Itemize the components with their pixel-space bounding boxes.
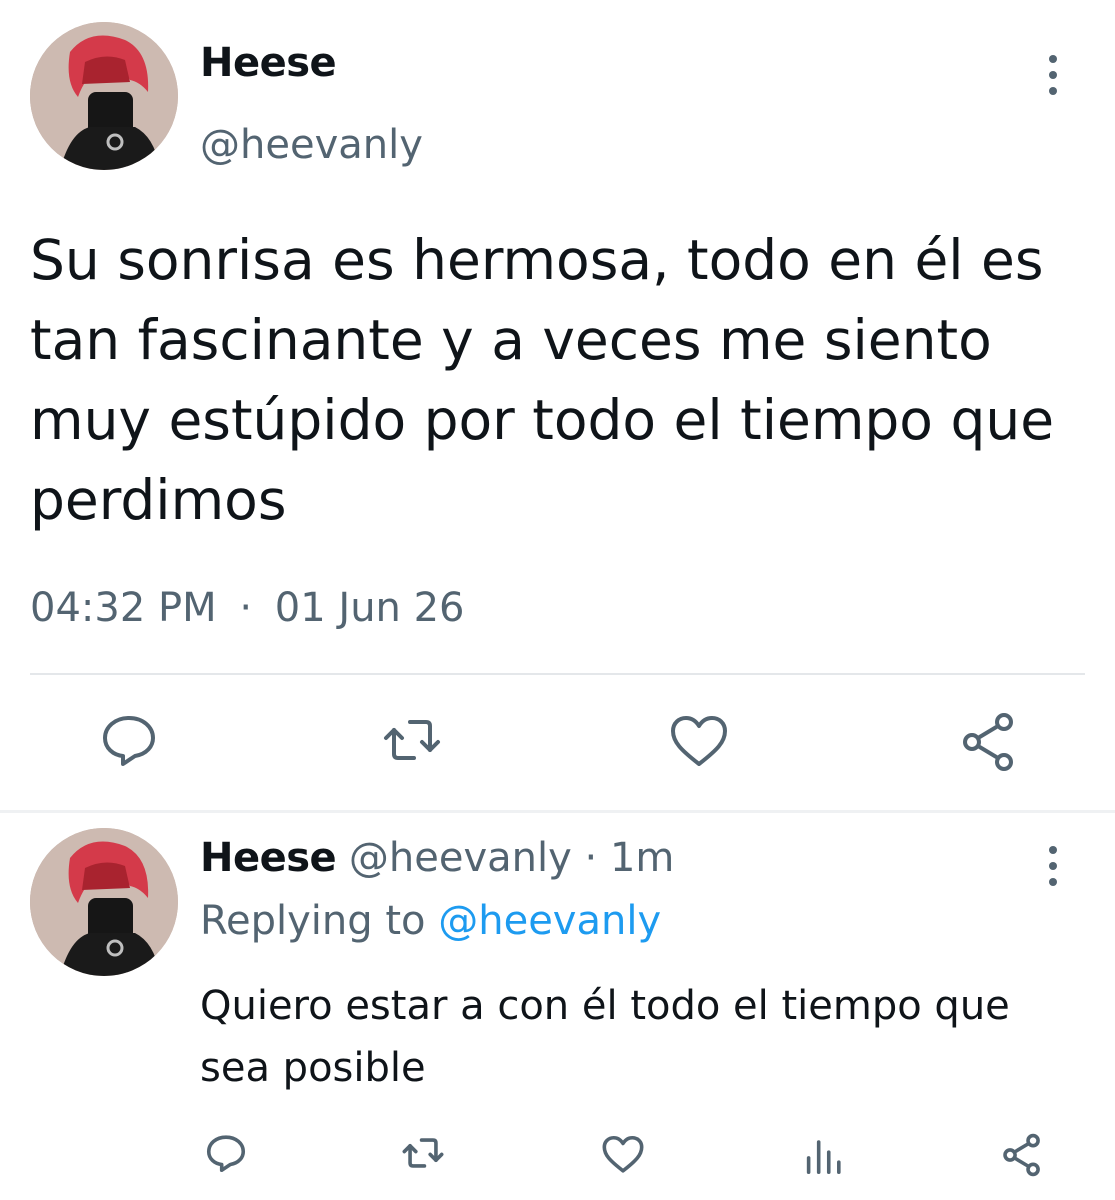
reply-icon[interactable] [203, 1130, 249, 1176]
author-name[interactable]: Heese [200, 40, 337, 86]
reply-header: Heese @heevanly · 1m [200, 835, 674, 881]
reply-author-handle[interactable]: @heevanly [349, 835, 572, 881]
reply-age[interactable]: 1m [610, 835, 674, 881]
share-icon[interactable] [958, 710, 1022, 774]
replying-to-line: Replying to @heevanly [200, 898, 661, 944]
author-handle[interactable]: @heevanly [200, 122, 423, 168]
replying-to-link[interactable]: @heevanly [438, 898, 661, 944]
divider [30, 673, 1085, 675]
meta-separator: · [239, 585, 253, 631]
tweet-time: 04:32 PM [30, 585, 217, 631]
reply-meta-separator: · [584, 835, 598, 881]
reply-text: Quiero estar a con él todo el tiempo que… [200, 983, 1010, 1091]
retweet-icon[interactable] [380, 708, 444, 772]
analytics-icon[interactable] [800, 1132, 846, 1178]
avatar-photo [30, 22, 178, 170]
tweet-text: Su sonrisa es hermosa, todo en él es tan… [30, 228, 1055, 532]
author-avatar[interactable] [30, 22, 178, 170]
reply-icon[interactable] [97, 708, 161, 772]
tweet-timestamp[interactable]: 04:32 PM · 01 Jun 26 [30, 585, 465, 631]
tweet-date: 01 Jun 26 [274, 585, 465, 631]
retweet-icon[interactable] [400, 1130, 446, 1176]
replying-prefix: Replying to [200, 898, 426, 944]
reply-author-name[interactable]: Heese [200, 835, 337, 881]
share-icon[interactable] [1000, 1132, 1046, 1178]
avatar-photo [30, 828, 178, 976]
like-icon[interactable] [600, 1132, 646, 1178]
reply-author-avatar[interactable] [30, 828, 178, 976]
more-vertical-icon[interactable] [1046, 55, 1060, 95]
more-vertical-icon[interactable] [1046, 846, 1060, 886]
like-icon[interactable] [667, 710, 731, 774]
tweet-separator [0, 810, 1115, 813]
